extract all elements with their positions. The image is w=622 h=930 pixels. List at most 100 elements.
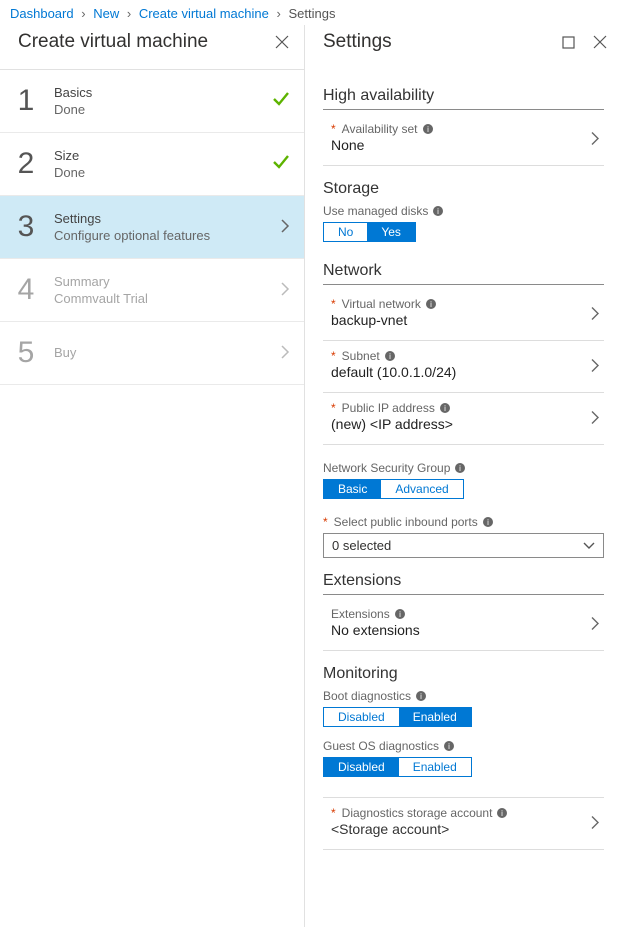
chevron-right-icon: › [77,6,89,21]
info-icon[interactable]: i [443,740,455,752]
chevron-right-icon: › [123,6,135,21]
step-number: 4 [14,273,38,307]
step-size[interactable]: 2 Size Done [0,133,304,196]
svg-text:i: i [399,610,401,619]
diagnostics-storage-field[interactable]: * Diagnostics storage account i <Storage… [323,802,604,845]
close-icon[interactable] [274,34,290,50]
close-icon[interactable] [592,34,608,50]
panel-title: Settings [323,31,392,53]
public-ip-field[interactable]: * Public IP address i (new) <IP address> [323,397,604,440]
svg-text:i: i [448,742,450,751]
breadcrumb-link[interactable]: New [93,6,119,21]
step-buy[interactable]: 5 Buy [0,322,304,385]
step-title: Buy [54,345,264,360]
info-icon[interactable]: i [384,350,396,362]
svg-text:i: i [444,404,446,413]
inbound-ports-dropdown[interactable]: 0 selected [323,533,604,558]
virtual-network-field[interactable]: * Virtual network i backup-vnet [323,293,604,336]
step-summary[interactable]: 4 Summary Commvault Trial [0,259,304,322]
guest-diagnostics-toggle[interactable]: Disabled Enabled [323,757,472,777]
breadcrumb-current: Settings [288,6,335,21]
wizard-panel: Create virtual machine 1 Basics Done 2 [0,25,305,927]
step-subtitle: Done [54,165,256,180]
step-subtitle: Commvault Trial [54,291,264,306]
nsg-toggle[interactable]: Basic Advanced [323,479,464,499]
step-number: 2 [14,147,38,181]
toggle-enabled[interactable]: Enabled [399,708,471,726]
step-title: Settings [54,211,264,226]
field-value: (new) <IP address> [331,416,590,432]
info-icon[interactable]: i [454,462,466,474]
step-number: 1 [14,84,38,118]
toggle-disabled[interactable]: Disabled [324,708,399,726]
field-label: Extensions [331,607,390,621]
chevron-right-icon [590,358,600,375]
info-icon[interactable]: i [425,298,437,310]
svg-text:i: i [420,692,422,701]
svg-text:i: i [487,518,489,527]
boot-diagnostics-toggle[interactable]: Disabled Enabled [323,707,472,727]
info-icon[interactable]: i [422,123,434,135]
toggle-basic[interactable]: Basic [324,480,381,498]
divider [323,797,604,798]
subnet-field[interactable]: * Subnet i default (10.0.1.0/24) [323,345,604,388]
divider [323,165,604,166]
info-icon[interactable]: i [415,690,427,702]
step-basics[interactable]: 1 Basics Done [0,70,304,133]
toggle-advanced[interactable]: Advanced [381,480,462,498]
field-label: Subnet [342,349,380,363]
step-title: Summary [54,274,264,289]
info-icon[interactable]: i [432,205,444,217]
step-number: 3 [14,210,38,244]
divider [323,650,604,651]
step-settings[interactable]: 3 Settings Configure optional features [0,196,304,259]
managed-disks-toggle[interactable]: No Yes [323,222,416,242]
availability-set-field[interactable]: * Availability set i None [323,118,604,161]
required-indicator: * [331,122,336,136]
toggle-enabled[interactable]: Enabled [399,758,471,776]
svg-text:i: i [427,125,429,134]
divider [323,284,604,285]
divider [323,340,604,341]
field-label: Diagnostics storage account [342,806,493,820]
chevron-right-icon [280,219,290,236]
info-icon[interactable]: i [394,608,406,620]
field-label: Boot diagnostics [323,689,411,703]
field-label: Select public inbound ports [334,515,478,529]
toggle-yes[interactable]: Yes [367,223,415,241]
check-icon [272,153,290,176]
divider [323,594,604,595]
divider [323,109,604,110]
field-value: backup-vnet [331,312,590,328]
info-icon[interactable]: i [482,516,494,528]
step-subtitle: Done [54,102,256,117]
step-number: 5 [14,336,38,370]
field-value: default (10.0.1.0/24) [331,364,590,380]
check-icon [272,90,290,113]
divider [323,849,604,850]
toggle-no[interactable]: No [324,223,367,241]
section-storage: Storage [323,180,604,198]
section-high-availability: High availability [323,87,604,105]
breadcrumb-link[interactable]: Dashboard [10,6,74,21]
extensions-field[interactable]: Extensions i No extensions [323,603,604,646]
svg-text:i: i [460,464,462,473]
restore-icon[interactable] [560,34,576,50]
chevron-right-icon [590,815,600,832]
chevron-right-icon [590,131,600,148]
required-indicator: * [331,401,336,415]
info-icon[interactable]: i [439,402,451,414]
divider [323,444,604,445]
info-icon[interactable]: i [496,807,508,819]
breadcrumb-link[interactable]: Create virtual machine [139,6,269,21]
field-value: <Storage account> [331,821,590,837]
required-indicator: * [331,349,336,363]
step-title: Size [54,148,256,163]
panel-title: Create virtual machine [18,31,208,53]
required-indicator: * [331,297,336,311]
chevron-down-icon [583,538,595,553]
field-value: No extensions [331,622,590,638]
field-label: Availability set [342,122,418,136]
breadcrumb: Dashboard › New › Create virtual machine… [0,0,622,25]
toggle-disabled[interactable]: Disabled [324,758,399,776]
